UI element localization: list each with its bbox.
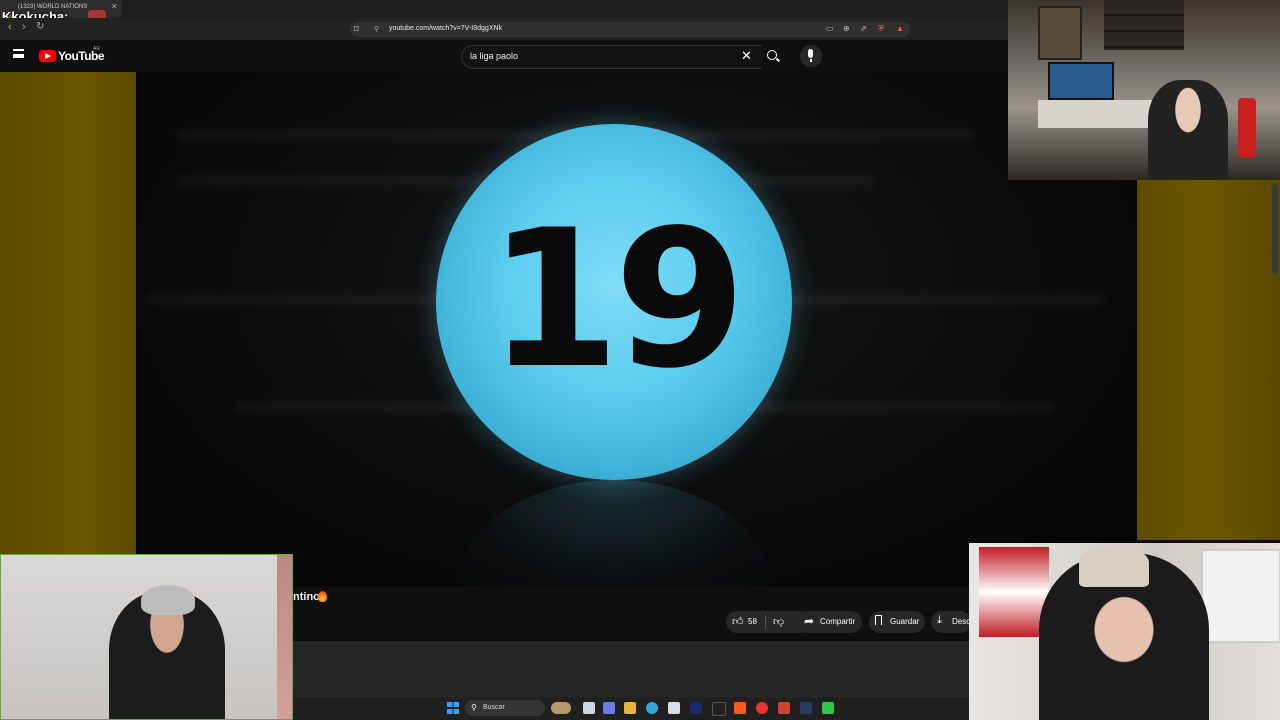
save-label[interactable]: Guardar	[890, 617, 919, 626]
video-title: ntino	[293, 591, 320, 603]
taskbar-search-label[interactable]: Buscar	[483, 704, 505, 711]
rewards-icon[interactable]: ▲	[896, 24, 904, 33]
share-label[interactable]: Compartir	[820, 617, 855, 626]
webcam-top-right	[1008, 0, 1280, 180]
share-page-icon[interactable]: ⇗	[860, 24, 867, 33]
task-view-icon[interactable]	[583, 702, 595, 714]
window	[1201, 549, 1280, 643]
search-icon[interactable]	[767, 50, 777, 60]
site-info-icon[interactable]: ⚲	[374, 25, 379, 33]
menu-icon[interactable]	[13, 49, 24, 58]
webcam-bottom-right	[969, 543, 1280, 720]
search-icon[interactable]: ⚲	[471, 703, 477, 712]
youtube-logo-icon[interactable]	[39, 50, 56, 62]
like-icon[interactable]: 👍︎	[732, 615, 744, 628]
download-icon[interactable]: ⤓	[937, 614, 942, 627]
save-icon[interactable]	[875, 615, 882, 625]
dislike-icon[interactable]: 👎︎	[773, 615, 784, 628]
teams-icon[interactable]	[603, 702, 615, 714]
app-icon[interactable]	[822, 702, 834, 714]
search-query[interactable]: la liga paolo	[470, 51, 518, 61]
back-icon[interactable]: ‹	[8, 21, 12, 33]
windows-start-icon[interactable]	[447, 702, 459, 714]
obs-icon[interactable]	[756, 702, 768, 714]
notepad-icon[interactable]	[668, 702, 680, 714]
share-icon[interactable]: ➦	[804, 614, 814, 628]
streamer-hair	[141, 585, 195, 615]
streamer	[1148, 80, 1228, 180]
webcam-bottom-left	[0, 554, 293, 720]
fc-app-icon[interactable]	[690, 702, 702, 714]
wall-poster	[1038, 6, 1082, 60]
steam-icon[interactable]	[800, 702, 812, 714]
widget-icon[interactable]	[551, 702, 571, 714]
download-label[interactable]: Desc	[952, 617, 970, 626]
country-code: AR	[93, 46, 100, 52]
browser-tabstrip	[0, 0, 1008, 18]
taskbar-search[interactable]	[465, 700, 545, 716]
like-count[interactable]: 58	[748, 617, 757, 626]
mic-icon[interactable]	[808, 49, 813, 62]
url-text[interactable]: youtube.com/watch?v=7V-I8dggXNk	[389, 25, 502, 32]
divider	[765, 615, 766, 629]
app-icon[interactable]	[712, 702, 726, 716]
brave-shield-icon[interactable]: ⛨	[878, 24, 884, 34]
microphone	[1238, 98, 1256, 158]
shelves	[1104, 0, 1184, 50]
description-box[interactable]	[293, 641, 969, 697]
webcam-edge	[277, 555, 292, 719]
reload-icon[interactable]: ↻	[36, 21, 44, 32]
ball-number: 19	[487, 189, 746, 410]
streamer-cap	[1079, 547, 1149, 587]
app-icon[interactable]	[778, 702, 790, 714]
forward-icon[interactable]: ›	[22, 21, 26, 33]
clear-icon[interactable]: ✕	[741, 48, 752, 64]
file-explorer-icon[interactable]	[624, 702, 636, 714]
zoom-icon[interactable]: ⊕	[843, 24, 850, 33]
cast-icon[interactable]: ▭	[826, 24, 834, 33]
edge-icon[interactable]	[646, 702, 658, 714]
tab-close-icon[interactable]: ✕	[111, 2, 118, 11]
bookmark-icon[interactable]: ⌑	[354, 24, 359, 35]
fire-icon	[318, 591, 327, 602]
brave-icon[interactable]	[734, 702, 746, 714]
ambient-right-panel	[1137, 180, 1280, 540]
ambient-left-panel	[0, 72, 136, 554]
tv-screen	[1048, 62, 1114, 100]
scrollbar[interactable]	[1272, 184, 1278, 274]
